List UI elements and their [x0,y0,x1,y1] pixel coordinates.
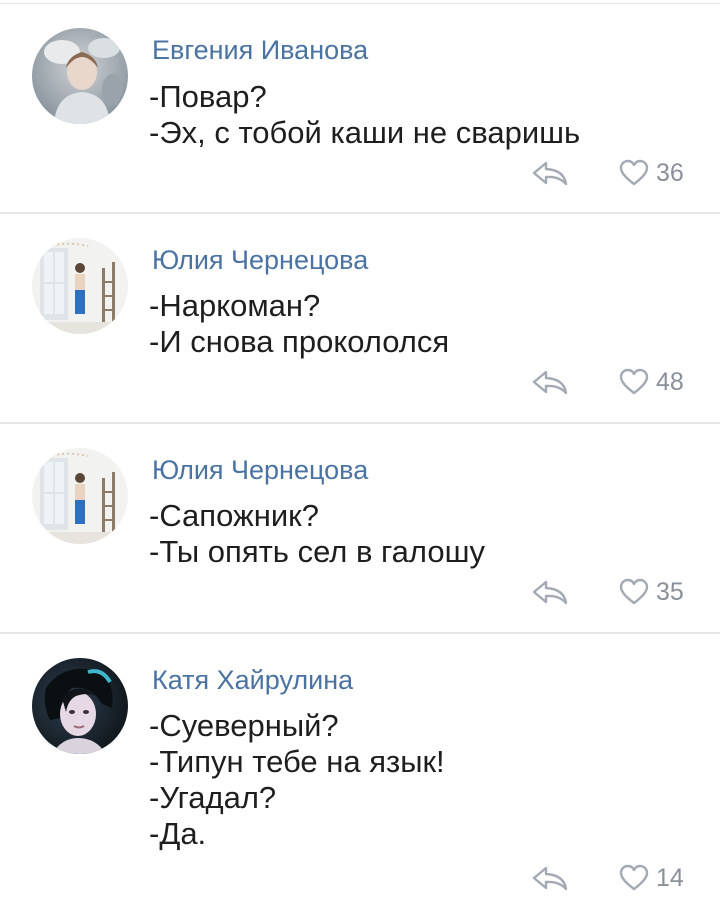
avatar-photo-dark-icon [32,658,128,754]
comment-line: -И снова прокололся [149,324,450,359]
comment-text: -Суеверный? -Типун тебе на язык! -Угадал… [149,708,445,852]
comment-line: -Типун тебе на язык! [149,744,445,779]
comment-item: Евгения Иванова -Повар? -Эх, с тобой каш… [0,0,720,212]
comment-item: Катя Хайрулина -Суеверный? -Типун тебе н… [0,634,720,916]
comment-line: -Суеверный? [149,708,339,743]
comment-line: -Да. [149,816,207,851]
reply-icon[interactable] [531,160,569,186]
author-name[interactable]: Юлия Чернецова [152,455,368,485]
comment-item: Юлия Чернецова -Наркоман? -И снова проко… [0,214,720,422]
author-name[interactable]: Юлия Чернецова [152,245,368,275]
like-count: 48 [656,368,684,396]
author-name[interactable]: Катя Хайрулина [152,665,353,695]
like-count: 14 [656,864,684,892]
comment-line: -Повар? [149,79,267,114]
author-name[interactable]: Евгения Иванова [152,35,368,65]
reply-icon[interactable] [531,579,569,605]
like-count: 35 [656,578,684,606]
avatar-photo-room-icon [32,238,128,334]
comment-line: -Угадал? [149,780,277,815]
avatar-photo-woman-light-icon [32,28,128,124]
avatar[interactable] [32,658,128,754]
reply-icon[interactable] [531,865,569,891]
comment-line: -Эх, с тобой каши не сваришь [149,115,581,150]
like-heart-icon[interactable] [619,578,649,606]
like-count: 36 [656,159,684,187]
comment-text: -Повар? -Эх, с тобой каши не сваришь [149,79,580,151]
avatar[interactable] [32,448,128,544]
avatar[interactable] [32,28,128,124]
comment-line: -Ты опять сел в галошу [149,534,485,569]
comment-text: -Сапожник? -Ты опять сел в галошу [149,498,485,570]
like-heart-icon[interactable] [619,159,649,187]
like-heart-icon[interactable] [619,368,649,396]
reply-icon[interactable] [531,369,569,395]
comment-line: -Сапожник? [149,498,319,533]
comment-line: -Наркоман? [149,288,321,323]
avatar-photo-room-icon [32,448,128,544]
comment-text: -Наркоман? -И снова прокололся [149,288,449,360]
avatar[interactable] [32,238,128,334]
like-heart-icon[interactable] [619,864,649,892]
comment-item: Юлия Чернецова -Сапожник? -Ты опять сел … [0,424,720,632]
